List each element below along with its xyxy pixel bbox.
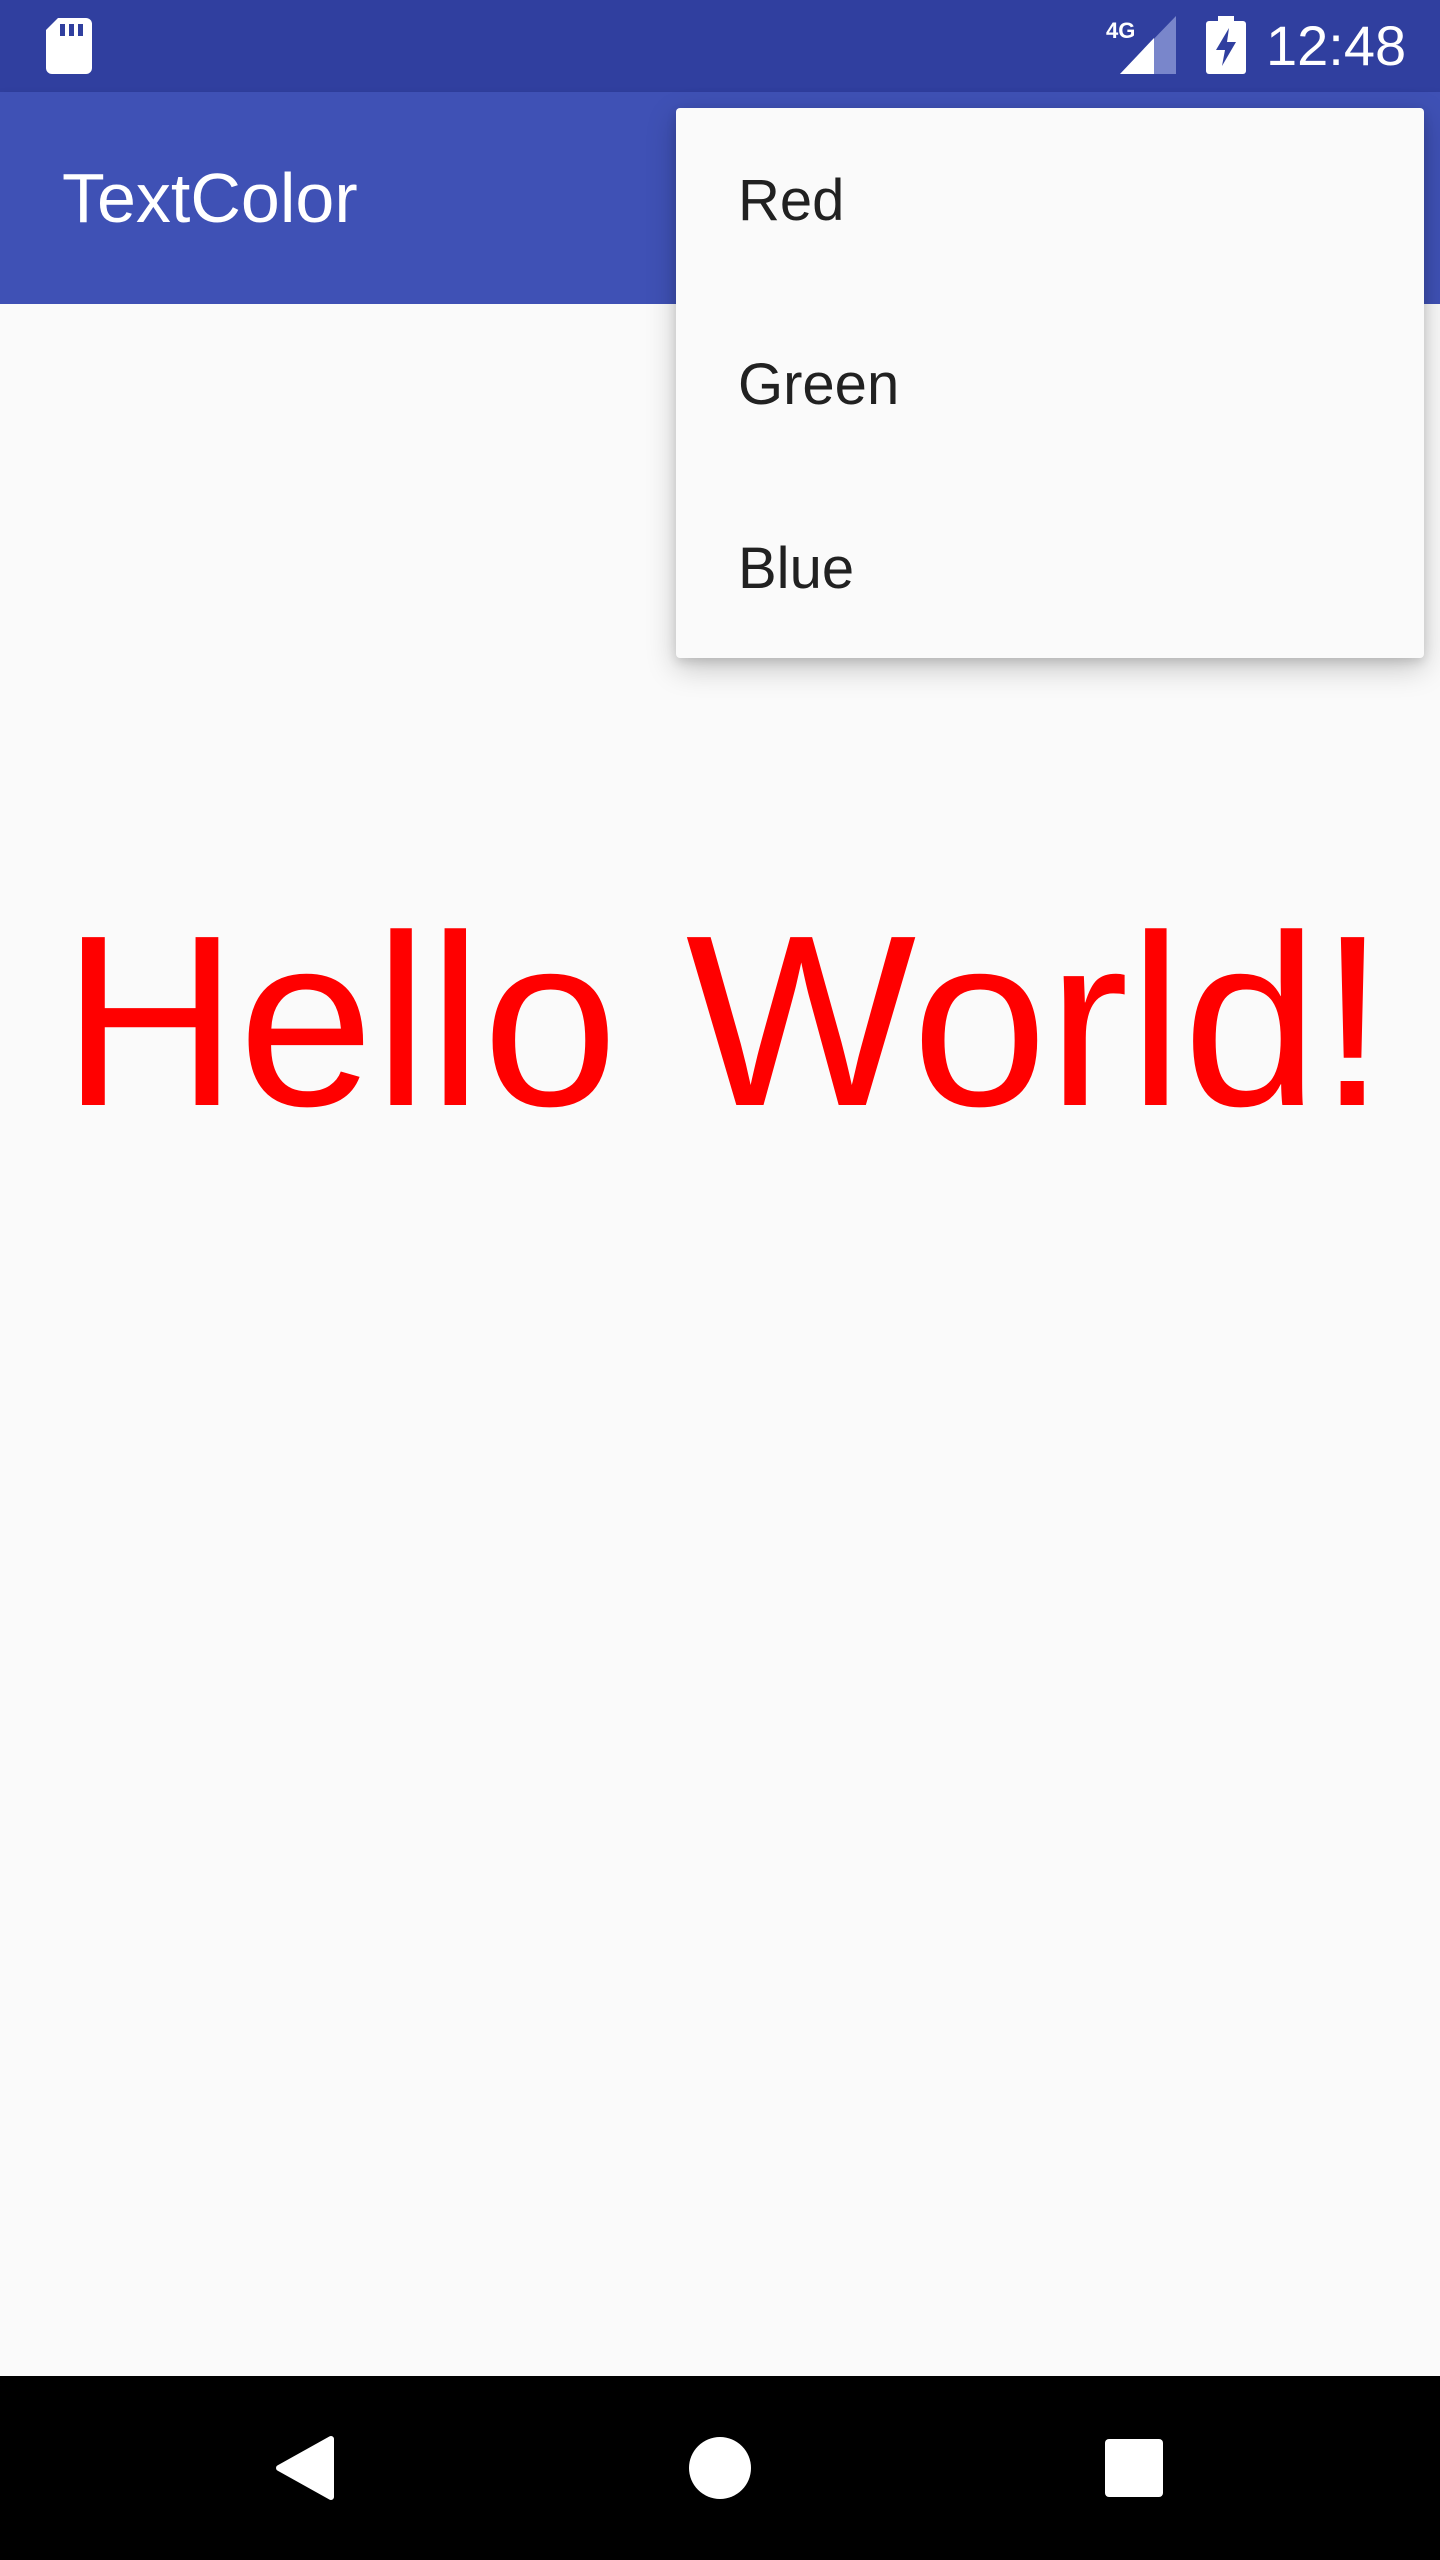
menu-item-label: Red [738,167,845,233]
back-icon [276,2436,334,2500]
navigation-bar [0,2376,1440,2560]
network-type-label: 4G [1106,18,1135,43]
recents-icon [1105,2439,1163,2497]
menu-item-label: Blue [738,535,855,601]
home-icon [689,2437,751,2499]
signal-icon: 4G [1106,16,1176,74]
hello-text: Hello World! [62,884,1387,1157]
status-time: 12:48 [1266,14,1407,77]
menu-item-green[interactable]: Green [676,292,1424,476]
battery-charging-icon [1206,16,1246,74]
menu-item-red[interactable]: Red [676,108,1424,292]
sd-card-icon [46,18,92,74]
menu-item-blue[interactable]: Blue [676,476,1424,660]
status-bar: 4G 12:48 [0,0,1440,92]
overflow-menu: Red Green Blue [676,108,1424,658]
app-title: TextColor [62,159,358,237]
recents-button[interactable] [1084,2418,1184,2518]
home-button[interactable] [670,2418,770,2518]
back-button[interactable] [256,2418,356,2518]
menu-item-label: Green [738,351,900,417]
